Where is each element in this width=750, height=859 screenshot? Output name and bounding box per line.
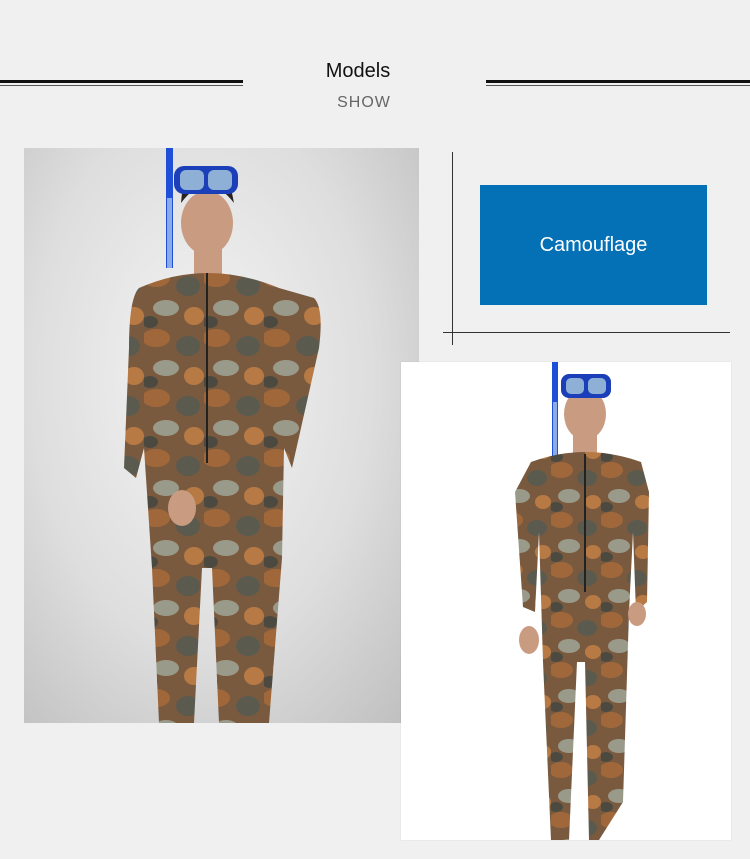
decor-horizontal-line xyxy=(443,332,730,333)
color-label-box: Camouflage xyxy=(480,185,707,305)
header-rule-right xyxy=(486,80,750,86)
model-figure-left xyxy=(124,148,321,723)
section-title: Models xyxy=(325,60,391,82)
section-subtitle: SHOW xyxy=(337,94,391,111)
model-photo-right xyxy=(401,362,731,840)
color-label: Camouflage xyxy=(539,233,648,256)
decor-vertical-line xyxy=(452,152,453,345)
model-photo-left xyxy=(24,148,419,723)
header-rule-left xyxy=(0,80,243,86)
model-figure-right xyxy=(515,362,649,840)
